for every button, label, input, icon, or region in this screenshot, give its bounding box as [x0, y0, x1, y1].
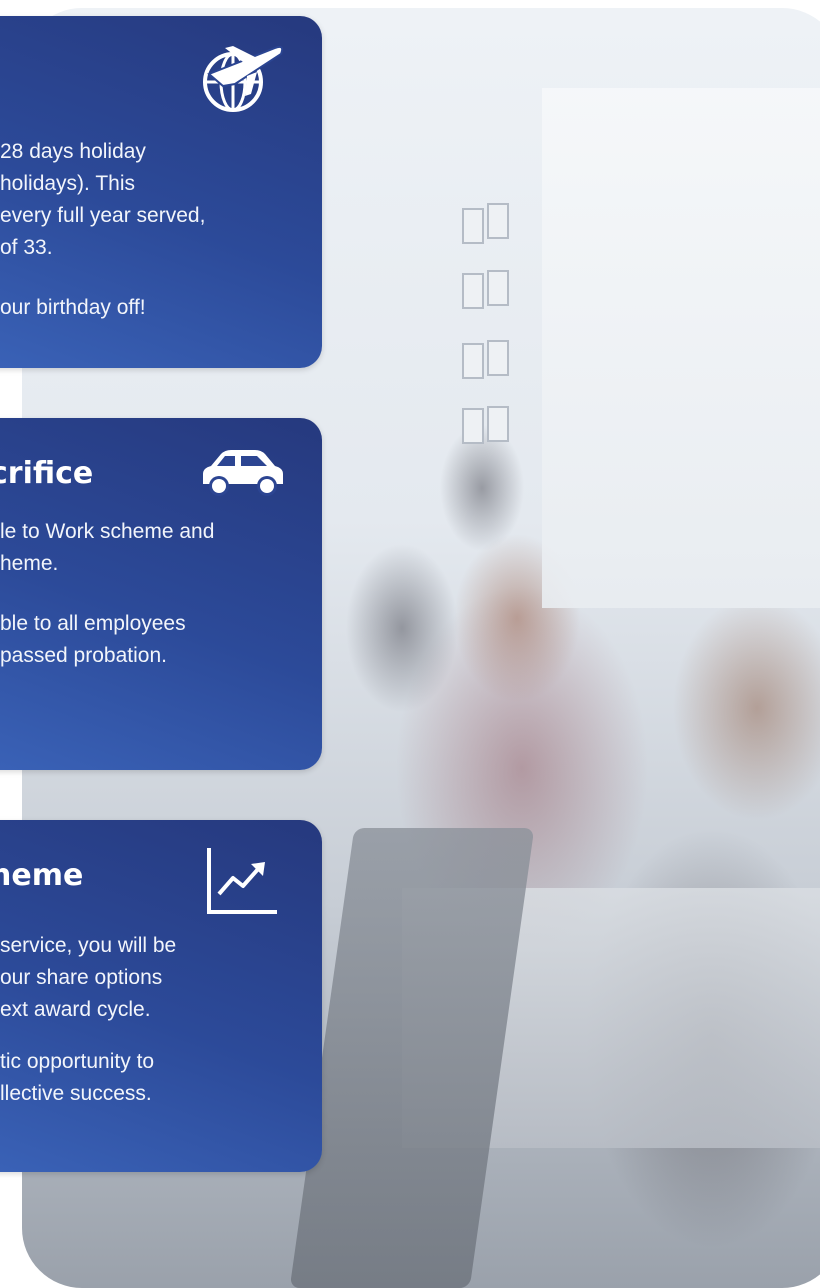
- card-text-line: tic opportunity to: [0, 1050, 155, 1073]
- wall-frame: [487, 340, 509, 376]
- wall-frame: [462, 408, 484, 444]
- card-text-line: our birthday off!: [0, 296, 146, 319]
- wall-frame: [462, 273, 484, 309]
- card-text-line: heme.: [0, 552, 59, 575]
- share-scheme-card: heme service, you will be our share opti…: [0, 820, 322, 1172]
- salary-sacrifice-card: crifice le to Work scheme and heme. ble …: [0, 418, 322, 770]
- card-text-line: our share options: [0, 966, 163, 989]
- card-text-line: llective success.: [0, 1082, 152, 1105]
- card-title: heme: [0, 858, 84, 893]
- wall-frame: [462, 343, 484, 379]
- wall-frame: [487, 270, 509, 306]
- card-text-line: ext award cycle.: [0, 998, 151, 1021]
- office-monitor: [289, 828, 535, 1288]
- card-text-line: service, you will be: [0, 934, 177, 957]
- wall-frame: [487, 406, 509, 442]
- trending-up-chart-icon: [207, 848, 277, 914]
- airplane-globe-icon: [203, 45, 284, 112]
- card-text-line: le to Work scheme and: [0, 520, 215, 543]
- card-text-line: 28 days holiday: [0, 140, 146, 163]
- office-window: [542, 88, 820, 608]
- wall-frame: [487, 203, 509, 239]
- card-text-line: holidays). This: [0, 172, 136, 195]
- wall-frame: [462, 208, 484, 244]
- card-title: crifice: [0, 456, 94, 491]
- card-text-line: ble to all employees: [0, 612, 186, 635]
- card-text-line: passed probation.: [0, 644, 167, 667]
- card-text-line: of 33.: [0, 236, 53, 259]
- car-icon: [203, 450, 283, 496]
- holiday-benefit-card: 28 days holiday holidays). This every fu…: [0, 16, 322, 368]
- card-text-line: every full year served,: [0, 204, 206, 227]
